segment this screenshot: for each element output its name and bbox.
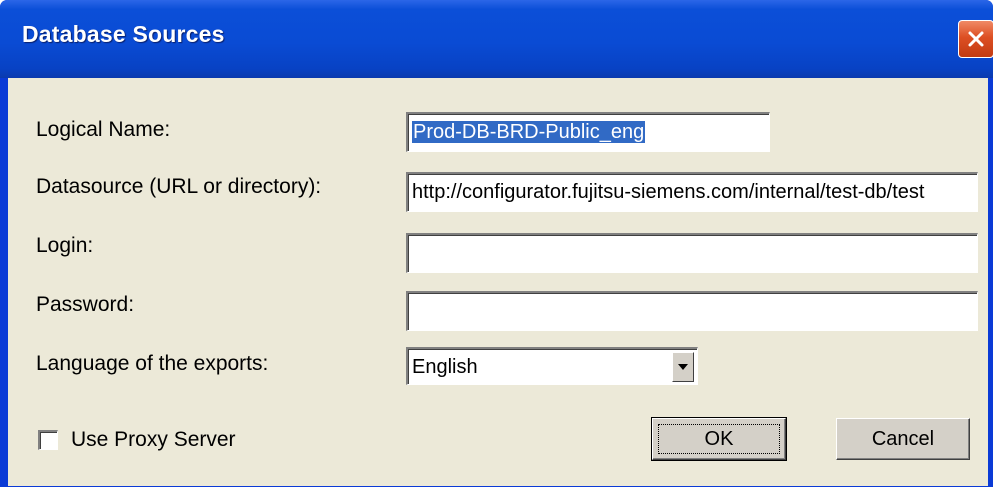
window-title: Database Sources <box>22 21 225 47</box>
ok-button[interactable]: OK <box>651 417 787 461</box>
use-proxy-label[interactable]: Use Proxy Server <box>71 428 236 452</box>
close-button[interactable] <box>958 20 993 58</box>
language-dropdown-button[interactable] <box>672 352 694 382</box>
cancel-button-label: Cancel <box>871 427 935 450</box>
datasource-input[interactable]: http://configurator.fujitsu-siemens.com/… <box>406 172 978 212</box>
chevron-down-icon <box>678 364 688 370</box>
language-select[interactable]: English <box>406 347 698 385</box>
dialog-body: Logical Name: Prod-DB-BRD-Public_eng Dat… <box>8 78 988 486</box>
datasource-value: http://configurator.fujitsu-siemens.com/… <box>412 181 925 203</box>
use-proxy-checkbox[interactable] <box>38 430 58 450</box>
logical-name-value: Prod-DB-BRD-Public_eng <box>412 121 646 143</box>
dialog-window: Database Sources Logical Name: Prod-DB-B… <box>0 0 993 487</box>
datasource-label: Datasource (URL or directory): <box>36 175 322 198</box>
login-input[interactable] <box>406 233 978 273</box>
logical-name-input[interactable]: Prod-DB-BRD-Public_eng <box>406 112 770 152</box>
cancel-button[interactable]: Cancel <box>836 418 970 460</box>
logical-name-label: Logical Name: <box>36 118 171 141</box>
close-icon <box>968 31 984 47</box>
login-label: Login: <box>36 234 94 257</box>
title-bar[interactable]: Database Sources <box>0 0 993 78</box>
password-label: Password: <box>36 293 135 316</box>
focus-indicator <box>658 424 780 454</box>
language-label: Language of the exports: <box>36 352 269 375</box>
password-input[interactable] <box>406 291 978 331</box>
language-value: English <box>412 356 478 378</box>
